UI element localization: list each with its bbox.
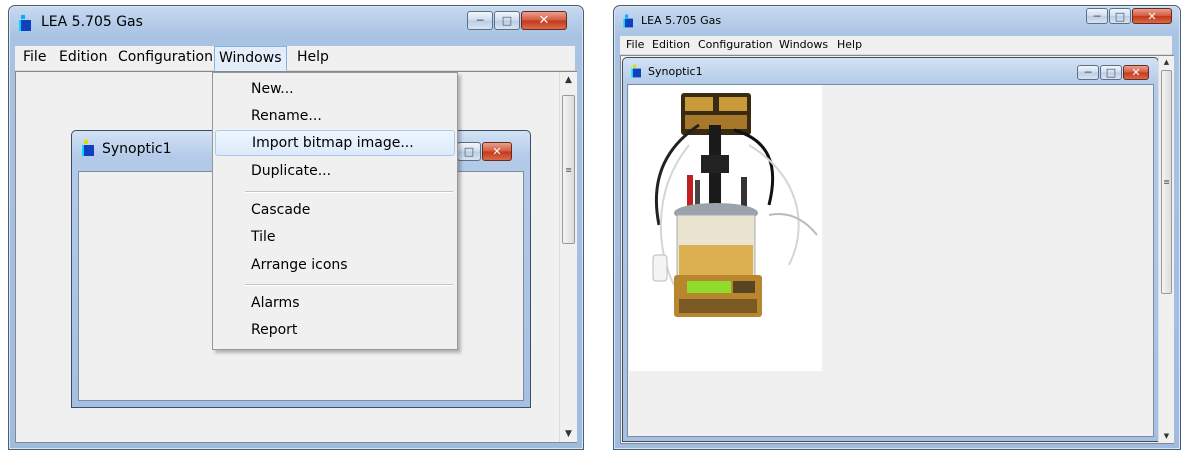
maximize-icon: □ [463,145,475,158]
menu-file[interactable]: File [622,38,648,51]
menu-separator [245,191,453,193]
synoptic-child-window: Synoptic1 ─ □ ✕ [622,57,1159,442]
menu-windows[interactable]: Windows [214,46,287,71]
display-screen [687,281,731,293]
child-window-title: Synoptic1 [102,141,172,157]
right-main-window: LEA 5.705 Gas ─ □ ✕ File Edition Configu… [613,5,1181,450]
close-icon: ✕ [538,13,550,28]
menu-item-rename[interactable]: Rename... [215,103,455,129]
menu-separator [245,284,453,286]
bioreactor-image [629,85,822,371]
windows-dropdown-menu: New... Rename... Import bitmap image... … [212,72,458,350]
window-title: LEA 5.705 Gas [641,14,722,27]
menu-file[interactable]: File [19,49,50,65]
right-titlebar[interactable]: LEA 5.705 Gas ─ □ ✕ [614,6,1180,34]
close-button[interactable]: ✕ [521,11,567,30]
minimize-button[interactable]: ─ [1086,8,1108,24]
lea-app-icon [631,64,642,78]
scroll-thumb[interactable]: ≡ [1161,70,1172,294]
menu-configuration[interactable]: Configuration [694,38,777,51]
left-titlebar[interactable]: LEA 5.705 Gas ─ □ ✕ [9,6,583,38]
scroll-down-arrow-icon[interactable]: ▼ [1159,430,1174,443]
menu-help[interactable]: Help [833,38,866,51]
minimize-icon: ─ [1084,66,1092,79]
main-vertical-scrollbar[interactable]: ▲ ≡ ▼ [559,72,577,442]
lea-app-icon [19,15,33,31]
menu-item-import-bitmap-image[interactable]: Import bitmap image... [215,130,455,156]
menu-item-alarms[interactable]: Alarms [215,290,455,316]
maximize-button[interactable]: □ [1109,8,1131,24]
minimize-button[interactable]: ─ [467,11,493,30]
window-title: LEA 5.705 Gas [41,14,143,30]
child-client-area [627,84,1154,437]
lea-app-icon [623,14,634,28]
child-close-button[interactable]: ✕ [1123,65,1149,80]
maximize-icon: □ [1114,9,1126,23]
menu-windows[interactable]: Windows [775,38,832,51]
main-vertical-scrollbar[interactable]: ▲ ≡ ▼ [1158,56,1174,443]
mdi-client-area: Synoptic1 ─ □ ✕ ▲ ≡ ▼ [620,55,1174,444]
child-maximize-button[interactable]: □ [1100,65,1122,80]
close-icon: ✕ [1131,66,1141,79]
child-close-button[interactable]: ✕ [482,142,512,161]
menu-item-duplicate[interactable]: Duplicate... [215,158,455,184]
menu-item-arrange-icons[interactable]: Arrange icons [215,252,455,278]
close-icon: ✕ [1147,9,1157,23]
menu-edition[interactable]: Edition [55,49,111,65]
menu-bar: File Edition Configuration Windows Help [620,36,1172,55]
grip-icon: ≡ [565,165,572,174]
maximize-icon: □ [501,14,513,27]
scroll-up-arrow-icon[interactable]: ▲ [560,72,577,88]
scroll-up-arrow-icon[interactable]: ▲ [1159,56,1174,69]
menu-configuration[interactable]: Configuration [114,49,217,65]
menu-item-new[interactable]: New... [215,76,455,102]
maximize-icon: □ [1105,66,1117,79]
grip-icon: ≡ [1163,177,1170,187]
scroll-thumb[interactable]: ≡ [562,95,575,244]
maximize-button[interactable]: □ [494,11,520,30]
menu-help[interactable]: Help [293,49,333,65]
menu-item-tile[interactable]: Tile [215,224,455,250]
close-icon: ✕ [492,145,502,158]
menu-item-cascade[interactable]: Cascade [215,197,455,223]
minimize-icon: ─ [476,14,484,27]
scroll-down-arrow-icon[interactable]: ▼ [560,426,577,442]
child-minimize-button[interactable]: ─ [1077,65,1099,80]
lea-app-icon [82,140,96,156]
bioreactor-photo [629,85,822,371]
menu-item-report[interactable]: Report [215,317,455,343]
menu-edition[interactable]: Edition [648,38,694,51]
minimize-icon: ─ [1093,9,1101,23]
child-window-title: Synoptic1 [648,65,703,78]
menu-bar: File Edition Configuration Windows Help [15,46,575,71]
close-button[interactable]: ✕ [1132,8,1172,24]
child-maximize-button[interactable]: □ [457,142,481,161]
child-titlebar[interactable]: Synoptic1 ─ □ ✕ [623,58,1158,82]
